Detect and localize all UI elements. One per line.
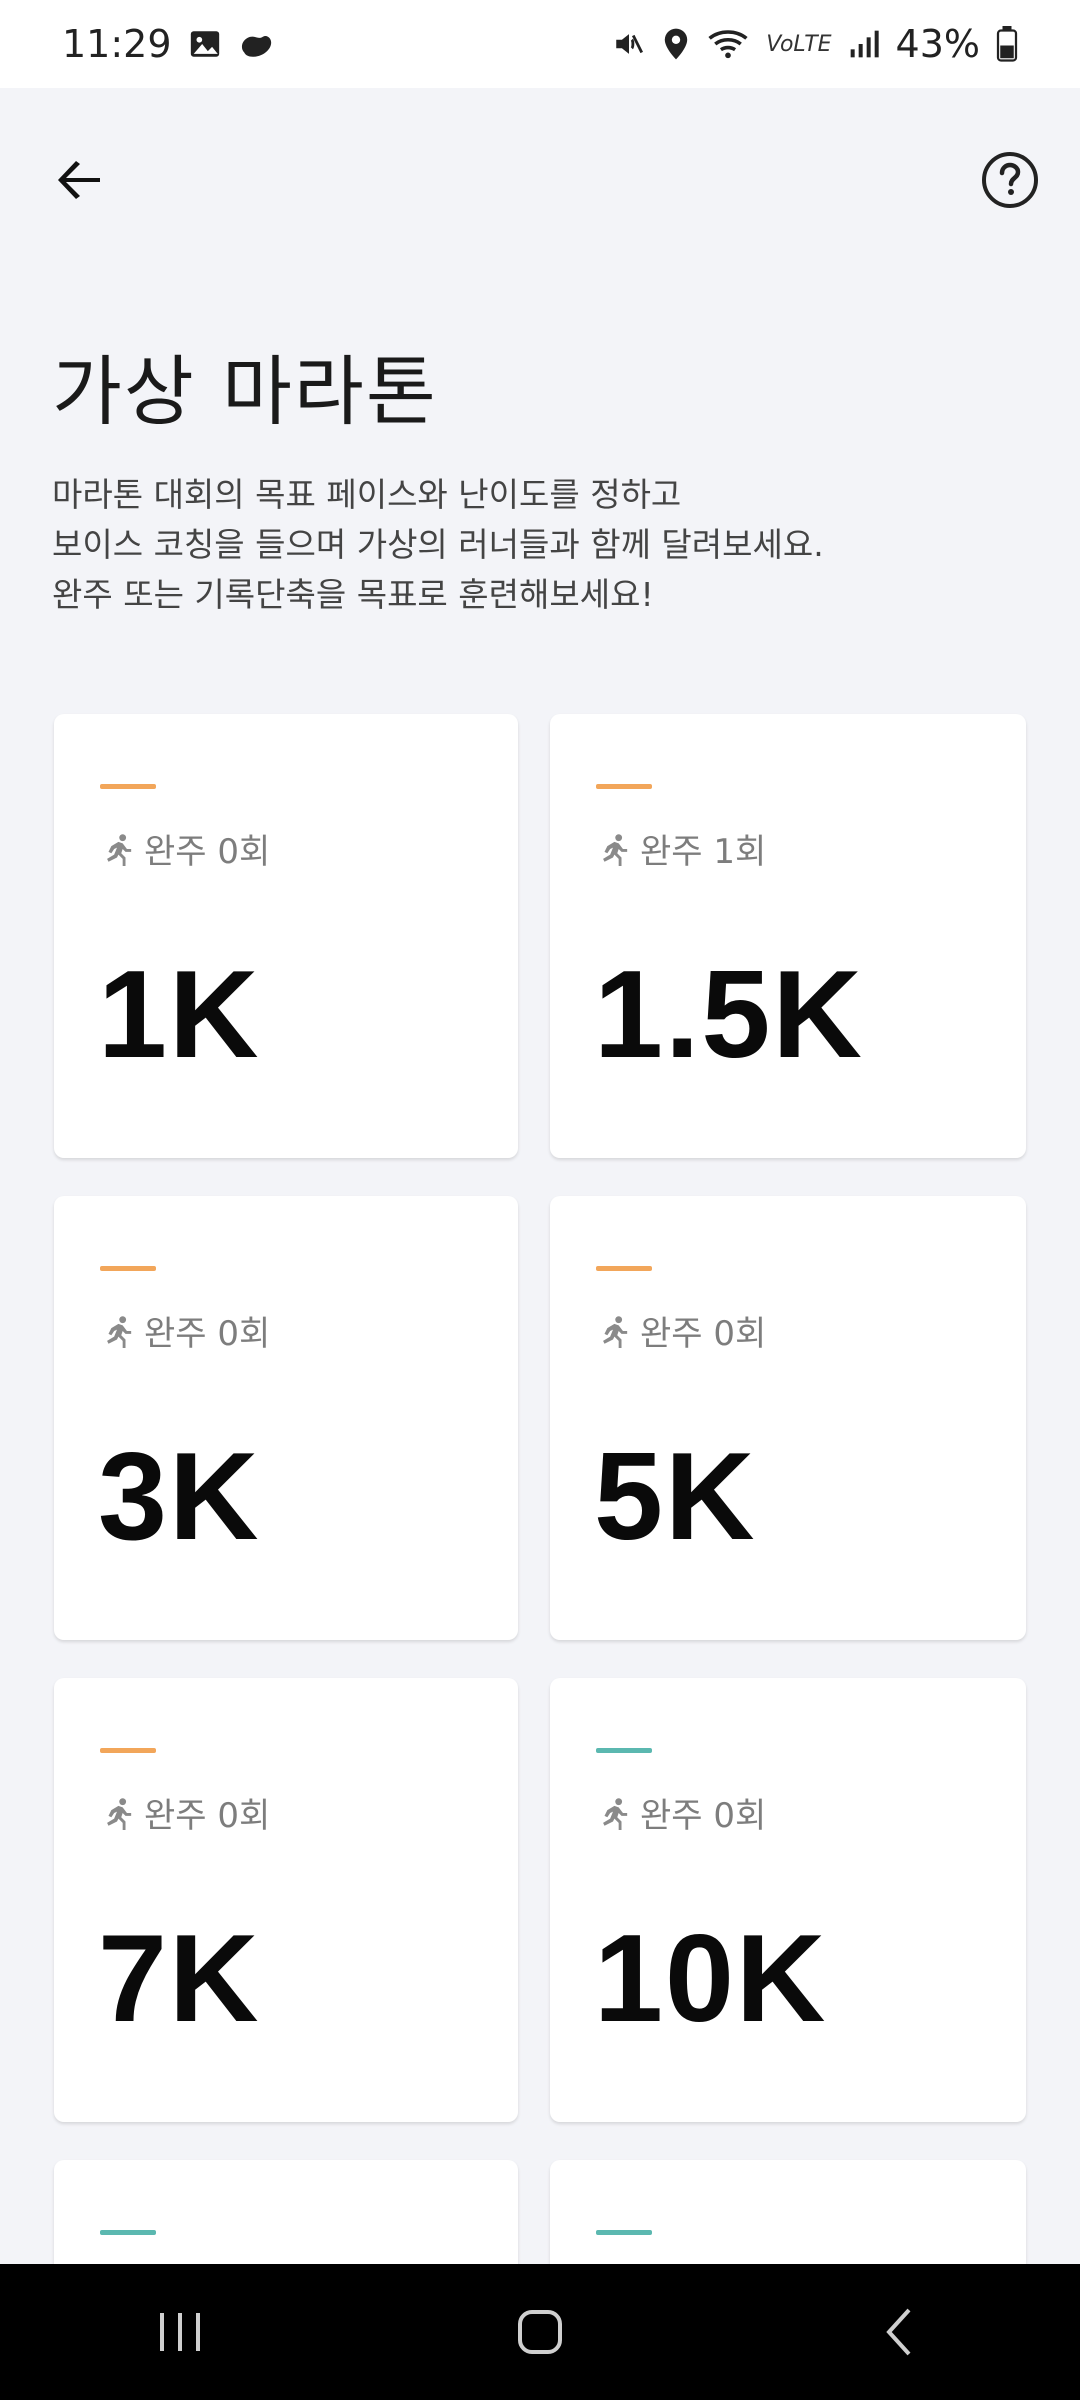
runner-icon [107,833,132,866]
marathon-card[interactable]: 완주 0회 7K [54,1678,518,2122]
completion-text: 완주 0회 [144,1796,271,1836]
gallery-icon [188,27,222,61]
completion-text: 완주 0회 [640,1796,767,1836]
question-circle-icon [982,152,1038,208]
status-time: 11:29 [62,22,172,66]
wifi-icon [706,27,750,61]
back-button[interactable] [48,148,112,212]
completion-text: 완주 1회 [640,832,767,872]
app-notification-icon [238,27,276,61]
back-icon [886,2308,911,2356]
distance-label: 10K [594,1910,828,2048]
distance-label: 7K [98,1910,261,2048]
card-accent-bar [100,1266,156,1271]
distance-label: 1K [98,946,261,1084]
home-button[interactable] [480,2292,600,2372]
network-label: VoLTE [766,31,832,57]
completion-text: 완주 0회 [640,1314,767,1354]
card-accent-bar [596,1266,652,1271]
battery-percent: 43% [895,22,980,66]
status-right: VoLTE 43% [612,22,1018,66]
status-left: 11:29 [62,22,276,66]
completion-count: 완주 0회 [100,824,270,873]
help-button[interactable] [978,148,1042,212]
completion-text: 완주 0회 [144,832,271,872]
description-line: 마라톤 대회의 목표 페이스와 난이도를 정하고 [52,475,682,514]
card-accent-bar [596,784,652,789]
marathon-card[interactable]: 완주 0회 3K [54,1196,518,1640]
page-description: 마라톤 대회의 목표 페이스와 난이도를 정하고 보이스 코칭을 들으며 가상의… [52,470,1012,620]
card-accent-bar [596,2230,652,2235]
runner-icon [603,1797,628,1830]
card-accent-bar [100,784,156,789]
marathon-card[interactable]: 완주 0회 10K [550,1678,1026,2122]
card-accent-bar [100,2230,156,2235]
completion-count: 완주 0회 [100,1306,270,1355]
marathon-grid: 완주 0회 1K 완주 1회 1.5K 완주 0회 3K 완주 0회 5K 완주… [54,714,1026,2280]
arrow-left-icon [58,161,100,199]
marathon-card[interactable]: 완주 0회 5K [550,1196,1026,1640]
card-accent-bar [100,1748,156,1753]
runner-icon [603,833,628,866]
recent-apps-button[interactable] [120,2292,240,2372]
location-icon [662,27,690,61]
mute-icon [612,27,646,61]
distance-label: 3K [98,1428,261,1566]
marathon-card[interactable]: 완주 1회 1.5K [550,714,1026,1158]
battery-icon [996,26,1018,62]
description-line: 보이스 코칭을 들으며 가상의 러너들과 함께 달려보세요. [52,525,824,564]
nav-back-button[interactable] [840,2292,960,2372]
system-nav-bar [0,2264,1080,2400]
runner-icon [603,1315,628,1348]
recent-apps-icon [160,2313,200,2351]
marathon-card[interactable]: 완주 0회 1K [54,714,518,1158]
page-title: 가상 마라톤 [52,347,438,436]
completion-count: 완주 0회 [596,1788,766,1837]
app-header [0,88,1080,268]
card-accent-bar [596,1748,652,1753]
completion-count: 완주 0회 [100,1788,270,1837]
status-bar: 11:29 VoLTE 43% [0,0,1080,88]
completion-count: 완주 1회 [596,824,766,873]
runner-icon [107,1797,132,1830]
distance-label: 1.5K [594,946,864,1084]
completion-count: 완주 0회 [596,1306,766,1355]
runner-icon [107,1315,132,1348]
marathon-card-partial[interactable] [550,2160,1026,2280]
description-line: 완주 또는 기록단축을 목표로 훈련해보세요! [52,575,654,614]
distance-label: 5K [594,1428,757,1566]
completion-text: 완주 0회 [144,1314,271,1354]
home-icon [518,2310,562,2354]
marathon-card-partial[interactable] [54,2160,518,2280]
signal-icon [848,27,880,61]
